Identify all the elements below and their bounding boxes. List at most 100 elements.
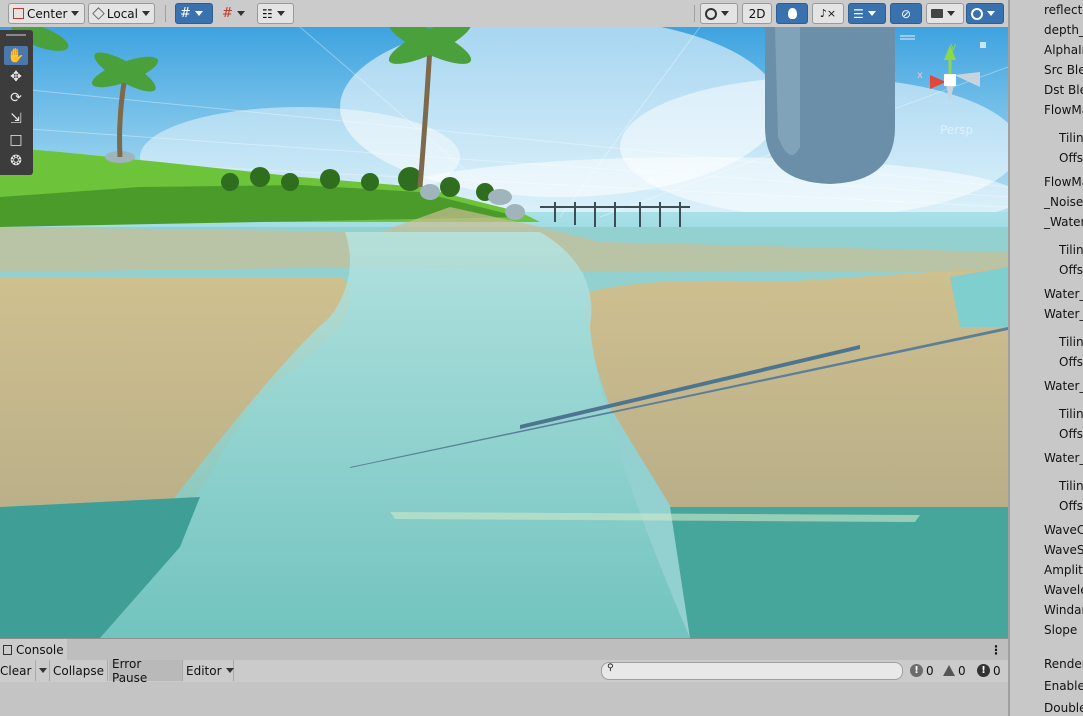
error-icon: ! <box>977 664 990 677</box>
property-label[interactable]: depth_c <box>1044 23 1083 37</box>
editor-target-dropdown[interactable]: Editor <box>183 660 234 681</box>
editor-label: Editor <box>186 663 222 678</box>
search-icon: ⚲ <box>607 663 614 673</box>
property-label[interactable]: Amplitu <box>1044 563 1083 577</box>
property-label[interactable]: Tilin <box>1059 407 1083 421</box>
chevron-down-icon <box>987 11 995 16</box>
error-count-toggle[interactable]: ! 0 <box>977 663 1001 678</box>
transform-icon: ❂ <box>10 152 22 169</box>
scene-toolbar: Center Local # # ☷ 2D ♪× ☰ ⊘ <box>0 0 1008 28</box>
property-label[interactable]: Offs <box>1059 355 1083 369</box>
space-mode-dropdown[interactable]: Local <box>88 3 155 24</box>
scene-render <box>0 27 1008 638</box>
property-label[interactable]: Offs <box>1059 427 1083 441</box>
snap-increment-icon: # <box>222 6 233 21</box>
property-label[interactable]: Offs <box>1059 151 1083 165</box>
property-label[interactable]: Double <box>1044 701 1083 715</box>
property-label[interactable]: Offs <box>1059 499 1083 513</box>
scene-viewport[interactable]: y x <box>0 27 1008 638</box>
property-label[interactable]: Water_s <box>1044 379 1083 393</box>
property-label[interactable]: Wavele <box>1044 583 1083 597</box>
clear-label: Clear <box>0 663 32 678</box>
property-label[interactable]: Enable <box>1044 679 1083 693</box>
audio-toggle[interactable]: ♪× <box>812 3 844 24</box>
move-icon: ✥ <box>10 68 22 85</box>
pivot-mode-dropdown[interactable]: Center <box>8 3 85 24</box>
chevron-down-icon <box>194 11 203 16</box>
property-label[interactable]: Tilin <box>1059 335 1083 349</box>
property-label[interactable]: AlphaIn <box>1044 43 1083 57</box>
ruler-snap-button[interactable]: ☷ <box>257 3 294 24</box>
warning-count-toggle[interactable]: 0 <box>943 663 966 678</box>
gizmo-x-label: x <box>917 70 923 81</box>
console-search-field[interactable]: ⚲ <box>601 662 903 680</box>
property-label[interactable]: _Noise_ <box>1044 195 1083 209</box>
chevron-down-icon <box>142 11 150 16</box>
property-label[interactable]: Tilin <box>1059 479 1083 493</box>
lighting-toggle[interactable] <box>776 3 808 24</box>
property-label[interactable]: Tilin <box>1059 243 1083 257</box>
property-label[interactable]: reflecti <box>1044 3 1083 17</box>
rotate-tool-button[interactable]: ⟳ <box>4 88 28 107</box>
error-pause-toggle[interactable]: Error Pause <box>109 657 183 685</box>
property-label[interactable]: _Water_ <box>1044 215 1083 229</box>
property-label[interactable]: FlowMa <box>1044 103 1083 117</box>
property-label[interactable]: WaveS <box>1044 543 1083 557</box>
property-label[interactable]: Offs <box>1059 263 1083 277</box>
chevron-down-icon <box>721 11 729 16</box>
eye-slash-icon: ⊘ <box>900 6 912 21</box>
hand-tool-button[interactable]: ✋ <box>4 46 28 65</box>
gizmo-icon <box>971 7 983 20</box>
grid-snap-icon: # <box>180 6 191 21</box>
property-label[interactable]: Water_s <box>1044 287 1083 301</box>
mute-icon: ♪× <box>819 7 837 20</box>
collapse-label: Collapse <box>53 663 104 678</box>
property-label[interactable]: Water_s <box>1044 307 1083 321</box>
move-tool-button[interactable]: ✥ <box>4 67 28 86</box>
console-tab-label: Console <box>16 643 64 657</box>
warning-icon <box>943 665 955 676</box>
property-label[interactable]: Src Ble <box>1044 63 1083 77</box>
draw-mode-dropdown[interactable] <box>700 3 738 24</box>
mode-2d-label: 2D <box>748 6 766 21</box>
rect-tool-button[interactable]: □ <box>4 130 28 149</box>
console-search-input[interactable] <box>618 664 897 678</box>
increment-snap-button[interactable]: # <box>217 3 253 24</box>
property-label[interactable]: Render <box>1044 657 1083 671</box>
rect-icon: □ <box>9 131 23 148</box>
scale-tool-button[interactable]: ⇲ <box>4 109 28 128</box>
mode-2d-toggle[interactable]: 2D <box>742 3 772 24</box>
log-count-toggle[interactable]: ! 0 <box>910 663 934 678</box>
hand-icon: ✋ <box>7 47 25 64</box>
transform-tool-button[interactable]: ❂ <box>4 151 28 170</box>
property-label[interactable]: Slope <box>1044 623 1077 637</box>
property-label[interactable]: Dst Ble <box>1044 83 1083 97</box>
property-label[interactable]: WaveC <box>1044 523 1083 537</box>
camera-icon <box>931 9 943 18</box>
property-label[interactable]: Water_s <box>1044 451 1083 465</box>
property-label[interactable]: Windan <box>1044 603 1083 617</box>
camera-dropdown[interactable] <box>926 3 964 24</box>
transform-tools-palette: ✋ ✥ ⟳ ⇲ □ ❂ <box>0 30 33 175</box>
clear-button[interactable]: Clear <box>0 660 36 681</box>
drag-handle[interactable] <box>6 34 26 36</box>
chevron-down-icon <box>225 668 234 673</box>
log-count: 0 <box>926 663 934 678</box>
space-mode-label: Local <box>106 6 138 21</box>
console-log-area[interactable] <box>0 682 1008 716</box>
info-icon: ! <box>910 664 923 677</box>
clear-options-dropdown[interactable] <box>36 660 50 681</box>
console-tab[interactable]: Console <box>0 639 67 661</box>
projection-label[interactable]: Persp <box>940 123 973 137</box>
effects-dropdown[interactable]: ☰ <box>848 3 886 24</box>
grid-snap-button[interactable]: # <box>175 3 213 24</box>
gizmos-dropdown[interactable] <box>966 3 1004 24</box>
collapse-toggle[interactable]: Collapse <box>50 660 108 681</box>
hidden-objects-toggle[interactable]: ⊘ <box>890 3 922 24</box>
layers-icon: ☰ <box>853 6 864 21</box>
property-label[interactable]: Tilin <box>1059 131 1083 145</box>
property-label[interactable]: FlowMa <box>1044 175 1083 189</box>
chevron-down-icon <box>71 11 80 16</box>
cube-icon <box>92 7 105 20</box>
kebab-menu-icon[interactable]: ⋮ <box>990 643 1002 657</box>
